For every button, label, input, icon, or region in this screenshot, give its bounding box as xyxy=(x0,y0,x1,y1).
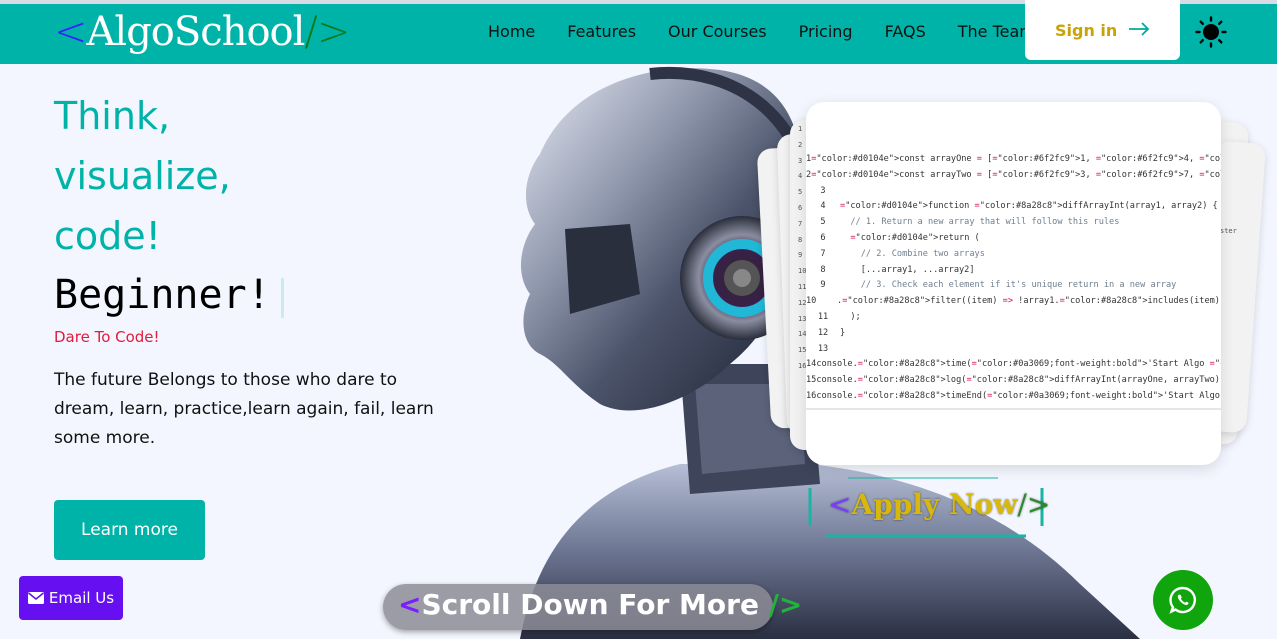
code-line-text: ="color:#d0104e">const arrayTwo = [="col… xyxy=(811,169,1221,180)
nav-link-home[interactable]: Home xyxy=(488,22,535,41)
whatsapp-button[interactable] xyxy=(1153,570,1213,630)
code-line: 16 console.="color:#8a28c8">timeEnd(="col… xyxy=(806,391,1221,407)
code-line: 11 ); xyxy=(806,312,1221,328)
code-line-number: 11 xyxy=(817,311,829,322)
code-line-number: 4 xyxy=(820,201,826,212)
code-line-number: 9 xyxy=(820,280,826,291)
code-line-text: [...array1, ...array2] xyxy=(840,264,975,275)
whatsapp-icon xyxy=(1169,586,1196,614)
code-line-text: // 1. Return a new array that will follo… xyxy=(850,217,1120,228)
code-line: 5 // 1. Return a new array that will fol… xyxy=(806,217,1221,233)
code-line-number: 10 xyxy=(806,296,817,307)
logo-open-bracket: < xyxy=(54,9,88,55)
logo-text: AlgoSchool xyxy=(86,9,306,55)
code-line-number: 7 xyxy=(820,248,826,259)
code-line: 8 [...array1, ...array2] xyxy=(806,265,1221,281)
code-line-number: 12 xyxy=(817,327,829,338)
hero-heading-line-1: Think, xyxy=(54,94,171,138)
apply-now-label: Apply Now xyxy=(851,488,1018,521)
email-us-button[interactable]: Email Us xyxy=(19,576,123,620)
code-line: 7 // 2. Combine two arrays xyxy=(806,249,1221,265)
scroll-close-bracket: /> xyxy=(768,588,803,621)
code-line-text: console.="color:#8a28c8">timeEnd(="color… xyxy=(816,390,1221,401)
learn-more-button[interactable]: Learn more xyxy=(54,500,205,560)
nav-link-the-team[interactable]: The Team xyxy=(958,22,1035,41)
code-line-text: } xyxy=(840,327,846,338)
code-line: 14 console.="color:#8a28c8">time(="color:… xyxy=(806,359,1221,375)
code-line-number: 14 xyxy=(806,359,817,370)
code-card-divider xyxy=(806,408,1221,410)
scroll-down-label: Scroll Down For More xyxy=(421,588,759,621)
code-line: 13 xyxy=(806,344,1221,360)
apply-open-bracket: < xyxy=(828,488,852,521)
logo[interactable]: <AlgoSchool/> xyxy=(54,9,350,55)
nav-link-pricing[interactable]: Pricing xyxy=(799,22,853,41)
code-line-text: .="color:#8a28c8">filter((item) => !arra… xyxy=(816,296,1221,307)
code-line: 12} xyxy=(806,328,1221,344)
code-line-text: ="color:#d0104e">const arrayOne = [="col… xyxy=(811,154,1221,164)
code-line: 4 ="color:#d0104e">function ="color:#8a28… xyxy=(806,201,1221,217)
code-line-number: 15 xyxy=(806,375,817,386)
dare-to-code-tagline: Dare To Code! xyxy=(54,328,160,346)
code-line: 3 xyxy=(806,186,1221,202)
code-line: 1 ="color:#d0104e">const arrayOne = [="co… xyxy=(806,154,1221,170)
hero-description: The future Belongs to those who dare to … xyxy=(54,370,434,448)
code-line-number: 3 xyxy=(820,185,826,196)
sun-icon[interactable] xyxy=(1195,16,1227,48)
code-line: 6 ="color:#d0104e">return ( xyxy=(806,233,1221,249)
code-line: 9 // 3. Check each element if it's uniqu… xyxy=(806,280,1221,296)
back-card-text: ster xyxy=(1220,227,1237,235)
code-line-number: 16 xyxy=(806,390,817,401)
hero-heading-line-3: code! xyxy=(54,214,161,258)
nav-link-faqs[interactable]: FAQS xyxy=(885,22,926,41)
nav-link-our-courses[interactable]: Our Courses xyxy=(668,22,767,41)
code-line-number: 6 xyxy=(820,232,826,243)
apply-now-button[interactable]: <Apply Now/> xyxy=(828,488,1050,521)
arrow-right-icon xyxy=(1129,22,1150,36)
nav-link-features[interactable]: Features xyxy=(567,22,636,41)
apply-close-bracket: /> xyxy=(1017,488,1051,521)
envelope-icon xyxy=(27,592,44,604)
nav-menu: Home Features Our Courses Pricing FAQS T… xyxy=(488,22,1067,41)
code-line-number: 5 xyxy=(820,217,826,228)
typing-cursor xyxy=(281,278,284,318)
code-line-text: // 3. Check each element if it's unique … xyxy=(860,280,1177,291)
code-lines: 1 ="color:#d0104e">const arrayOne = [="co… xyxy=(806,154,1221,407)
code-line-number: 8 xyxy=(820,264,826,275)
code-line-text: ="color:#d0104e">return ( xyxy=(850,232,980,243)
scroll-down-text[interactable]: <Scroll Down For More /> xyxy=(398,588,802,621)
code-line: 15 console.="color:#8a28c8">log(="color:#… xyxy=(806,375,1221,391)
code-line-text: ="color:#d0104e">function ="color:#8a28c… xyxy=(840,201,1218,212)
sign-in-label: Sign in xyxy=(1055,20,1118,40)
code-line-text: ); xyxy=(840,311,861,322)
code-line-text: console.="color:#8a28c8">log(="color:#8a… xyxy=(816,375,1221,386)
code-line: 10 .="color:#8a28c8">filter((item) => !a… xyxy=(806,296,1221,312)
code-line-text: console.="color:#8a28c8">time(="color:#0… xyxy=(816,359,1221,370)
email-us-label: Email Us xyxy=(48,589,115,607)
sign-in-button[interactable]: Sign in xyxy=(1025,0,1180,60)
typed-text: Beginner! xyxy=(54,272,271,318)
code-line-number: 13 xyxy=(817,343,829,354)
code-line: 2 ="color:#d0104e">const arrayTwo = [="co… xyxy=(806,170,1221,186)
logo-close-bracket: /> xyxy=(304,9,350,55)
hero-heading-line-2: visualize, xyxy=(54,154,231,198)
code-snippet-card: 1 ="color:#d0104e">const arrayOne = [="co… xyxy=(806,102,1221,465)
code-line-text: // 2. Combine two arrays xyxy=(860,248,985,259)
scroll-open-bracket: < xyxy=(398,588,422,621)
